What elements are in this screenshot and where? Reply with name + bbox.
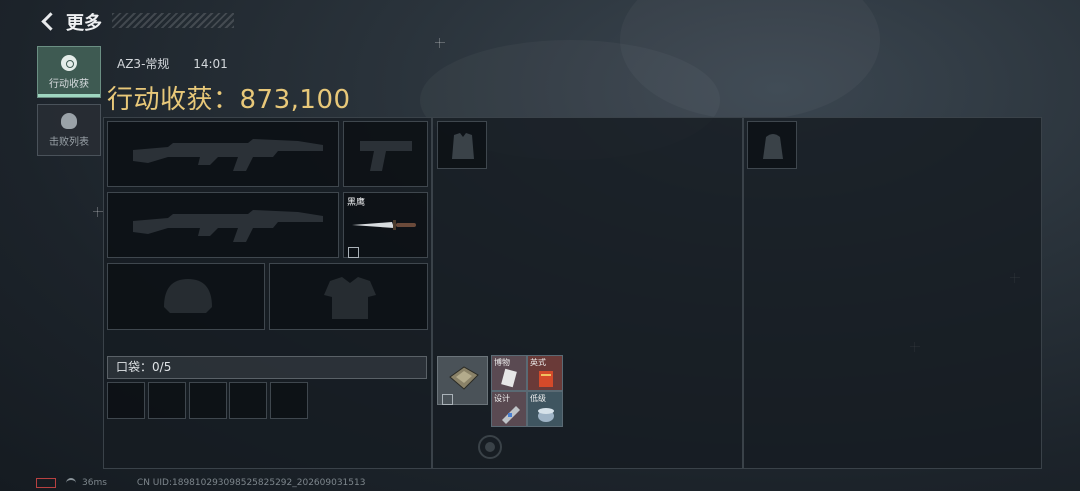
tab-operation-haul[interactable]: 行动收获 [37, 46, 101, 98]
title-decoration-stripes [112, 13, 234, 28]
battery-icon [36, 478, 56, 488]
active-tab-indicator [38, 94, 100, 97]
blueprint-icon [502, 406, 520, 424]
armor-silhouette-icon [324, 277, 376, 319]
helmet-silhouette-icon [164, 279, 212, 313]
container-item[interactable]: 英式 [527, 355, 563, 391]
skull-icon [61, 113, 77, 129]
pocket-slot[interactable] [229, 382, 267, 419]
chest-rig-slot[interactable] [437, 121, 487, 169]
ping-value: 36ms [82, 478, 107, 488]
player-uid: CN UID:189810293098525825292_20260903151… [136, 478, 366, 488]
backpack-silhouette-icon [763, 134, 783, 159]
vest-silhouette-icon [452, 133, 474, 159]
tab-label: 行动收获 [49, 79, 89, 90]
page-title: 更多 [66, 13, 102, 34]
unlocked-marker-icon [348, 247, 359, 258]
container-item[interactable]: 博物 [491, 355, 527, 391]
pocket-slot[interactable] [148, 382, 186, 419]
melee-slot[interactable]: 黑鹰 [343, 192, 428, 258]
haul-value: 行动收获：873,100 [107, 79, 351, 116]
pocket-count: 0 [152, 360, 160, 374]
target-circle-icon [478, 435, 502, 459]
knife-icon [352, 220, 416, 230]
chest-rig-panel [432, 117, 743, 469]
helmet-slot[interactable] [107, 263, 265, 330]
match-time: 14:01 [193, 57, 228, 71]
backpack-panel [743, 117, 1042, 469]
pocket-slot[interactable] [189, 382, 227, 419]
jar-icon [538, 408, 554, 422]
haul-label: 行动收获： [107, 85, 240, 115]
pocket-slot[interactable] [107, 382, 145, 419]
wifi-icon [66, 478, 76, 488]
rifle-silhouette-icon [133, 210, 323, 242]
back-arrow-icon[interactable] [36, 10, 60, 34]
secure-case-icon [449, 366, 479, 390]
pocket-capacity: /5 [159, 360, 172, 374]
tab-kill-list[interactable]: 击败列表 [37, 104, 101, 156]
container-item[interactable]: 低级 [527, 391, 563, 427]
match-info: AZ3-常规 14:01 [117, 55, 248, 72]
document-icon [501, 368, 517, 388]
top-bar: 更多 [36, 8, 102, 36]
rifle-silhouette-icon [133, 139, 323, 171]
body-armor-slot[interactable] [269, 263, 428, 330]
item-label: 设计 [494, 394, 510, 403]
sidearm-slot[interactable] [343, 121, 428, 187]
pocket-header: 口袋：0/5 [107, 356, 427, 379]
container-item[interactable]: 设计 [491, 391, 527, 427]
melee-name: 黑鹰 [347, 198, 366, 208]
secure-container-slot[interactable] [437, 356, 488, 405]
pistol-silhouette-icon [360, 141, 412, 171]
unlocked-marker-icon [442, 394, 453, 405]
item-label: 低级 [530, 394, 546, 403]
item-label: 英式 [530, 358, 546, 367]
map-mode: AZ3-常规 [117, 57, 170, 71]
status-footer: 36ms CN UID:189810293098525825292_202609… [36, 478, 365, 488]
loot-icon [61, 55, 77, 71]
book-icon [539, 371, 553, 387]
backpack-slot[interactable] [747, 121, 797, 169]
secondary-weapon-slot[interactable] [107, 192, 339, 258]
pocket-label: 口袋： [116, 360, 153, 374]
primary-weapon-slot[interactable] [107, 121, 339, 187]
haul-amount: 873,100 [239, 85, 351, 115]
pocket-slot[interactable] [270, 382, 308, 419]
tab-label: 击败列表 [49, 137, 89, 148]
item-label: 博物 [494, 358, 510, 367]
crosshair-marker [93, 207, 103, 217]
crosshair-marker [435, 38, 445, 48]
